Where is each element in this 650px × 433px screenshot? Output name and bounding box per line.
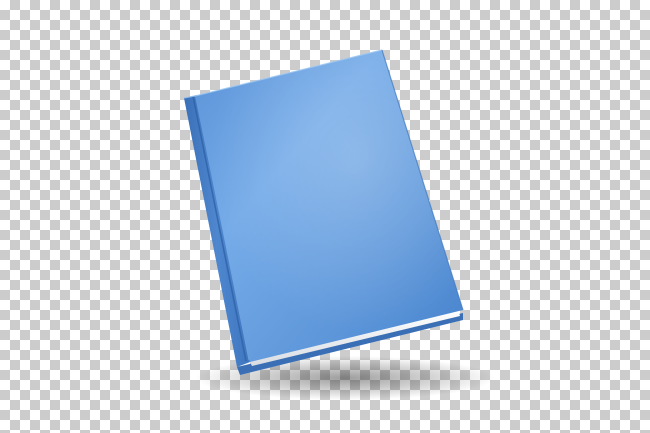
book-scene: [183, 49, 495, 400]
transparency-background: [0, 0, 650, 433]
